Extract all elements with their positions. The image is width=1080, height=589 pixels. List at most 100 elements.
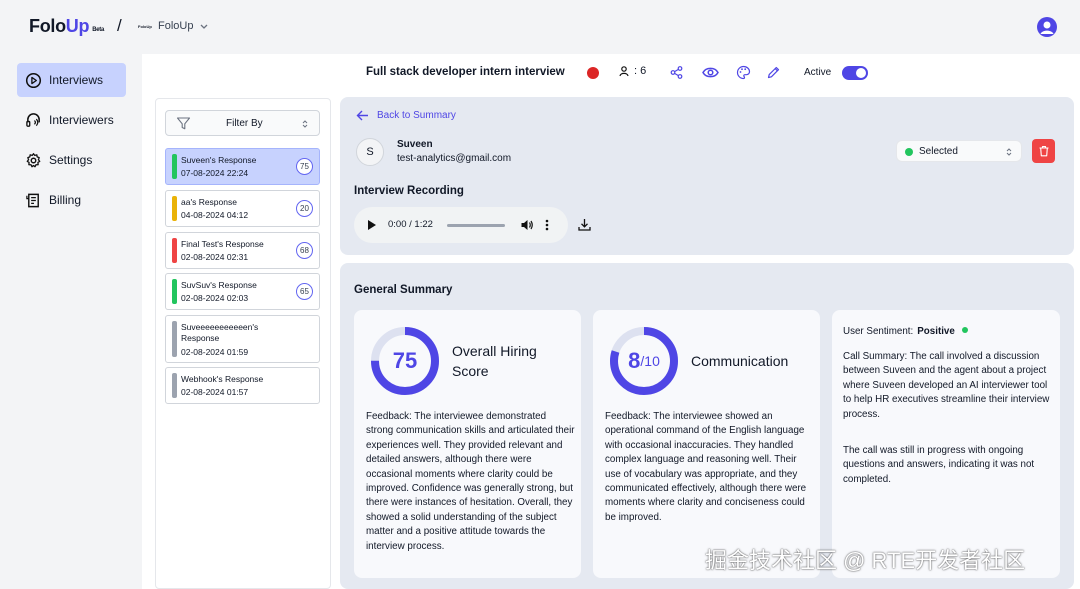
response-score: 20 <box>296 200 313 217</box>
sentiment-card: User Sentiment: Positive Call Summary: Th… <box>832 310 1060 578</box>
sidebar-item-label: Interviews <box>49 73 104 87</box>
hiring-feedback: Feedback: The interviewee demonstrated s… <box>366 411 575 552</box>
sidebar-item-settings[interactable]: Settings <box>17 143 126 177</box>
chevron-up-down-icon <box>302 120 308 128</box>
sidebar-item-interviewers[interactable]: Interviewers <box>17 103 126 137</box>
play-icon[interactable] <box>368 220 376 230</box>
sidebar-item-label: Billing <box>49 193 82 207</box>
response-item[interactable]: Final Test's Response 02-08-2024 02:31 6… <box>165 232 320 269</box>
chevron-down-icon <box>201 24 208 29</box>
trash-icon <box>1039 146 1048 157</box>
response-name: Webhook's Response <box>181 374 264 384</box>
call-status: The call was still in progress with ongo… <box>843 445 1035 485</box>
responses-list-panel: Filter By Suveen's Response 07-08-2024 2… <box>155 98 331 589</box>
brand-logo[interactable]: FoloUp Beta <box>29 16 104 37</box>
general-summary-title: General Summary <box>354 284 453 296</box>
beta-badge: Beta <box>92 27 105 33</box>
audio-player[interactable]: 0:00 / 1:22 <box>354 207 568 243</box>
volume-icon[interactable] <box>520 218 534 232</box>
active-toggle[interactable] <box>842 66 868 80</box>
org-logo: FoloUp <box>138 23 152 29</box>
recording-status-dot <box>587 67 599 79</box>
response-status-bar <box>172 279 177 304</box>
play-circle-icon <box>25 72 42 88</box>
response-score: 65 <box>296 283 313 300</box>
communication-score-value: 8/10 <box>609 326 679 396</box>
response-item[interactable]: aa's Response 04-08-2024 04:12 20 <box>165 190 320 227</box>
response-status-bar <box>172 154 177 179</box>
response-date: 02-08-2024 01:57 <box>181 387 249 397</box>
back-label: Back to Summary <box>377 110 456 121</box>
hiring-score-value: 75 <box>370 326 440 396</box>
call-summary: Call Summary: The call involved a discus… <box>843 351 1050 420</box>
response-item[interactable]: Suveeeeeeeeeeen's Response 02-08-2024 01… <box>165 315 320 363</box>
response-date: 02-08-2024 02:31 <box>181 252 249 262</box>
responses-count: : 6 <box>618 65 646 77</box>
response-date: 02-08-2024 02:03 <box>181 293 249 303</box>
communication-title: Communication <box>691 353 789 369</box>
communication-feedback: Feedback: The interviewee showed an oper… <box>605 411 807 523</box>
watermark: 掘金技术社区 @ RTE开发者社区 <box>705 548 1026 573</box>
response-name: Suveen's Response <box>181 155 257 165</box>
user-icon <box>1040 21 1054 34</box>
response-status-bar <box>172 321 177 357</box>
hiring-score-title: Overall Hiring Score <box>452 343 537 379</box>
recording-title: Interview Recording <box>354 185 464 197</box>
more-vertical-icon[interactable] <box>545 218 549 232</box>
sidebar-item-billing[interactable]: Billing <box>17 183 126 217</box>
palette-icon[interactable] <box>736 65 751 80</box>
headset-icon <box>26 112 40 127</box>
active-label: Active <box>804 67 832 78</box>
back-to-summary-link[interactable]: Back to Summary <box>356 109 456 122</box>
response-name: Suveeeeeeeeeeen's Response <box>181 322 259 343</box>
sentiment-value: Positive <box>917 326 955 337</box>
candidate-name: Suveen <box>397 139 433 150</box>
gear-icon <box>26 152 41 167</box>
arrow-left-icon <box>356 110 368 121</box>
main-content: Full stack developer intern interview : … <box>142 54 1080 589</box>
response-score: 75 <box>296 158 313 175</box>
filter-icon <box>176 117 191 130</box>
filter-select[interactable]: Filter By <box>165 110 320 136</box>
player-progress-track[interactable] <box>447 224 505 227</box>
response-item[interactable]: Webhook's Response 02-08-2024 01:57 <box>165 367 320 404</box>
response-status-bar <box>172 238 177 263</box>
hiring-score-number: 75 <box>392 348 418 373</box>
sentiment-dot <box>961 327 968 333</box>
response-name: Final Test's Response <box>181 239 264 249</box>
org-name: FoloUp <box>158 20 194 32</box>
share-icon[interactable] <box>669 65 684 80</box>
eye-icon[interactable] <box>702 65 719 80</box>
response-item[interactable]: SuvSuv's Response 02-08-2024 02:03 65 <box>165 273 320 310</box>
breadcrumb-separator: / <box>117 16 122 35</box>
responses-count-value: : 6 <box>634 65 647 77</box>
hiring-score-card: 75 Overall Hiring Score Feedback: The in… <box>354 310 581 578</box>
delete-response-button[interactable] <box>1032 139 1055 163</box>
player-time: 0:00 / 1:22 <box>388 219 433 230</box>
candidate-email: test-analytics@gmail.com <box>397 153 512 164</box>
response-name: aa's Response <box>181 197 237 207</box>
communication-score-number: 8 <box>628 348 641 373</box>
org-switcher[interactable]: FoloUp FoloUp <box>138 20 209 32</box>
communication-score-max: /10 <box>640 353 660 369</box>
response-date: 02-08-2024 01:59 <box>181 347 249 357</box>
response-status-bar <box>172 196 177 221</box>
download-icon[interactable] <box>577 217 592 232</box>
sidebar: Interviews Interviewers Settings Billing <box>0 54 142 589</box>
top-bar: FoloUp Beta / FoloUp FoloUp <box>0 0 1080 54</box>
general-summary-section: General Summary 75 Overall Hiring Score … <box>340 263 1074 589</box>
filter-label: Filter By <box>226 118 263 129</box>
user-avatar[interactable] <box>1037 17 1057 37</box>
response-detail-header: Back to Summary S Suveen test-analytics@… <box>340 97 1074 255</box>
candidate-status-select[interactable]: Selected <box>896 140 1022 162</box>
communication-card: 8/10 Communication Feedback: The intervi… <box>593 310 820 578</box>
pencil-icon[interactable] <box>766 65 781 80</box>
response-date: 04-08-2024 04:12 <box>181 210 249 220</box>
candidate-avatar: S <box>356 138 384 166</box>
response-status-bar <box>172 373 177 398</box>
sidebar-item-interviews[interactable]: Interviews <box>17 63 126 97</box>
chevron-up-down-icon <box>1006 148 1012 156</box>
response-item[interactable]: Suveen's Response 07-08-2024 22:24 75 <box>165 148 320 185</box>
status-label: Selected <box>919 146 958 157</box>
interview-header: Full stack developer intern interview : … <box>142 54 1080 92</box>
